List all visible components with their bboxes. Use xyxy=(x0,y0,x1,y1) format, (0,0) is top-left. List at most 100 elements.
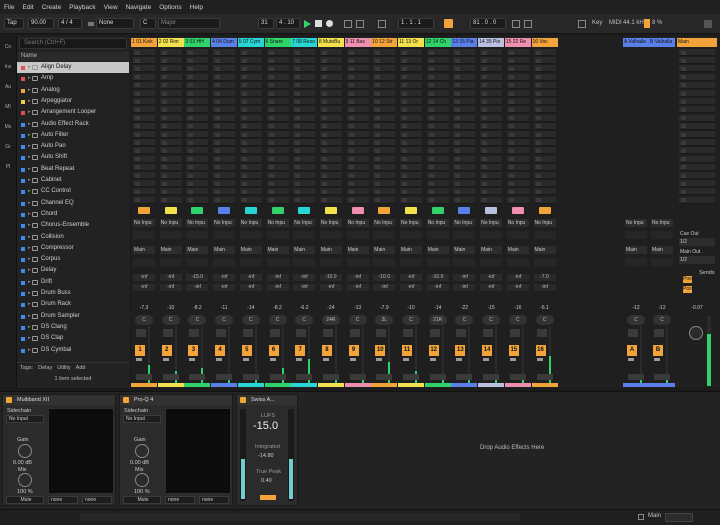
clip-slot[interactable] xyxy=(533,155,556,163)
scene-launch-slot[interactable] xyxy=(679,81,715,89)
scene-launch-slot[interactable] xyxy=(679,122,715,130)
clip-slot[interactable] xyxy=(186,172,209,179)
tap-tempo-button[interactable]: Tap xyxy=(4,18,24,29)
clip-slot[interactable] xyxy=(506,163,529,171)
track-activator-button[interactable]: 4 xyxy=(215,345,226,356)
clip-slot[interactable] xyxy=(266,139,289,147)
browser-category-6[interactable]: Pl xyxy=(3,164,13,172)
clip-slot[interactable] xyxy=(533,81,556,89)
clip-slot[interactable] xyxy=(346,114,369,122)
clip-slot[interactable] xyxy=(186,114,209,122)
cpu-meter-widget[interactable] xyxy=(665,513,693,522)
clip-slot[interactable] xyxy=(533,172,556,179)
clip-slot[interactable] xyxy=(480,49,503,56)
scene-launch-slot[interactable] xyxy=(679,147,715,155)
track-title[interactable]: 16 Voc xyxy=(531,38,558,47)
solo-cue-button[interactable] xyxy=(136,329,146,337)
browser-search-input[interactable]: Search (Ctrl+F) xyxy=(19,38,127,49)
clip-slot[interactable] xyxy=(426,147,449,155)
clip-slot[interactable] xyxy=(373,131,396,138)
device-proq-title[interactable]: Pro-Q 4 xyxy=(120,395,232,405)
power-icon[interactable] xyxy=(123,397,129,403)
clip-slot[interactable] xyxy=(506,65,529,73)
clip-slot[interactable] xyxy=(533,73,556,81)
clip-slot[interactable] xyxy=(133,188,155,196)
clip-slot[interactable] xyxy=(266,81,289,89)
clip-slot[interactable] xyxy=(506,139,529,147)
clip-slot[interactable] xyxy=(293,163,316,171)
clip-slot[interactable] xyxy=(186,155,209,163)
output-channel-select[interactable] xyxy=(319,258,342,266)
browser-item[interactable]: ▸ Auto Shift xyxy=(17,152,129,163)
volume-fader[interactable] xyxy=(162,358,169,361)
clip-slot[interactable] xyxy=(453,188,476,196)
output-type-select[interactable]: Main xyxy=(133,246,155,254)
clip-slot[interactable] xyxy=(426,180,449,188)
track-activator-button[interactable]: 13 xyxy=(455,345,466,356)
track-activator-button[interactable]: 14 xyxy=(482,345,493,356)
send-a-knob[interactable]: -inf xyxy=(133,274,155,281)
clip-slot[interactable] xyxy=(480,114,503,122)
expand-arrow-icon[interactable]: ▸ xyxy=(28,186,31,197)
send-b-knob[interactable]: -inf xyxy=(426,284,449,291)
input-channel-select[interactable] xyxy=(293,231,316,239)
main-out-select[interactable]: 1/2 xyxy=(679,256,715,264)
clip-slot[interactable] xyxy=(213,114,236,122)
clip-slot[interactable] xyxy=(426,172,449,179)
clip-slot[interactable] xyxy=(319,81,342,89)
input-type-select[interactable]: No Inpu xyxy=(293,219,316,227)
clip-slot[interactable] xyxy=(319,57,342,65)
arm-button[interactable] xyxy=(509,374,526,380)
clip-slot[interactable] xyxy=(266,65,289,73)
scene-launch-slot[interactable] xyxy=(679,180,715,188)
solo-cue-button[interactable] xyxy=(403,329,413,337)
tag-delay[interactable]: Delay xyxy=(38,363,52,372)
send-b-knob[interactable]: -inf xyxy=(400,284,422,291)
clip-slot[interactable] xyxy=(159,65,182,73)
input-channel-select[interactable] xyxy=(266,231,289,239)
clip-slot[interactable] xyxy=(480,98,503,106)
clip-slot[interactable] xyxy=(346,81,369,89)
clip-slot[interactable] xyxy=(480,172,503,179)
output-type-select[interactable]: Main xyxy=(213,246,236,254)
clip-slot[interactable] xyxy=(373,114,396,122)
clip-slot[interactable] xyxy=(453,49,476,56)
clip-slot[interactable] xyxy=(506,90,529,97)
output-type-select[interactable]: Main xyxy=(159,246,182,254)
solo-cue-button[interactable] xyxy=(269,329,280,337)
send-b-knob[interactable]: -inf xyxy=(319,284,342,291)
scene-launch-slot[interactable] xyxy=(679,73,715,81)
send-b-knob[interactable]: -inf xyxy=(266,284,289,291)
output-channel-select[interactable] xyxy=(480,258,503,266)
clip-slot[interactable] xyxy=(400,188,422,196)
arm-button[interactable] xyxy=(403,374,419,380)
clip-slot[interactable] xyxy=(319,139,342,147)
clip-slot[interactable] xyxy=(239,139,262,147)
clip-slot[interactable] xyxy=(373,57,396,65)
arm-button[interactable] xyxy=(628,374,644,380)
clip-slot[interactable] xyxy=(426,188,449,196)
clip-slot[interactable] xyxy=(319,147,342,155)
browser-item[interactable]: ▸ Drift xyxy=(17,277,129,288)
clip-slot[interactable] xyxy=(453,114,476,122)
track-title[interactable]: 13 15 Pia xyxy=(451,38,478,47)
volume-value[interactable]: -6.1 xyxy=(534,305,556,312)
output-type-select[interactable]: Main xyxy=(453,246,476,254)
send-post-button-a[interactable]: Post xyxy=(683,276,693,283)
clip-slot[interactable] xyxy=(239,180,262,188)
send-b-knob[interactable]: -inf xyxy=(480,284,503,291)
scene-launch-slot[interactable] xyxy=(679,163,715,171)
volume-fader[interactable] xyxy=(296,358,303,361)
arm-button[interactable] xyxy=(189,374,206,380)
clip-slot[interactable] xyxy=(186,90,209,97)
clip-slot[interactable] xyxy=(400,180,422,188)
arm-button[interactable] xyxy=(136,374,152,380)
clip-slot[interactable] xyxy=(266,196,289,204)
output-type-select[interactable]: Main xyxy=(266,246,289,254)
clip-slot[interactable] xyxy=(400,57,422,65)
clip-slot[interactable] xyxy=(213,196,236,204)
clip-slot[interactable] xyxy=(239,122,262,130)
clip-slot[interactable] xyxy=(506,196,529,204)
output-type-select[interactable]: Main xyxy=(186,246,209,254)
track-activator-button[interactable]: 11 xyxy=(402,345,412,356)
